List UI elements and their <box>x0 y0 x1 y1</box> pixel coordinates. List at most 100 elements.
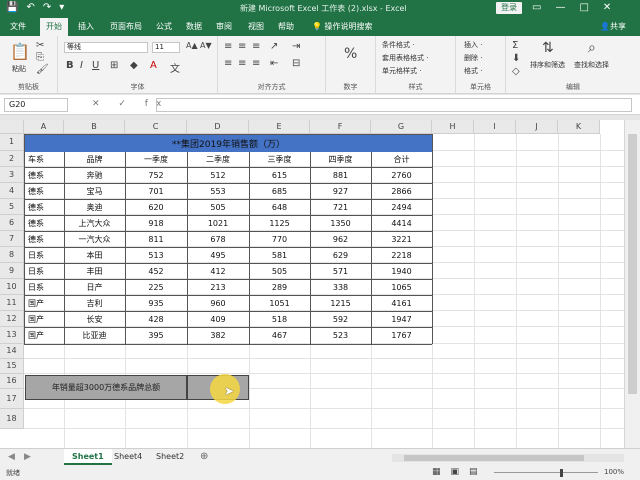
page-layout-view-icon[interactable]: ▣ <box>451 467 460 477</box>
row-header-4[interactable]: 4 <box>0 183 24 199</box>
tab-data[interactable]: 数据 <box>186 21 202 32</box>
value-cell[interactable]: 523 <box>310 327 371 344</box>
value-cell[interactable]: 1021 <box>187 215 249 231</box>
name-box[interactable]: G20 <box>4 98 68 112</box>
align-top-icon[interactable]: ≡ <box>224 41 232 52</box>
value-cell[interactable]: 289 <box>249 279 310 295</box>
tab-file[interactable]: 文件 <box>10 21 26 32</box>
value-cell[interactable]: 2494 <box>371 199 432 215</box>
value-cell[interactable]: 4414 <box>371 215 432 231</box>
row-header-3[interactable]: 3 <box>0 167 24 183</box>
select-all-corner[interactable] <box>0 120 24 134</box>
value-cell[interactable]: 3221 <box>371 231 432 247</box>
value-cell[interactable]: 505 <box>187 199 249 215</box>
grow-font-icon[interactable]: A▲ <box>186 41 198 50</box>
value-cell[interactable]: 685 <box>249 183 310 199</box>
summary-label-cell[interactable]: 年销量超3000万德系品牌总额 <box>25 375 187 400</box>
series-cell[interactable]: 日系 <box>24 263 64 279</box>
tab-formulas[interactable]: 公式 <box>156 21 172 32</box>
vertical-scroll-thumb[interactable] <box>628 134 637 394</box>
series-cell[interactable]: 德系 <box>24 183 64 199</box>
column-header-e[interactable]: E <box>249 120 310 134</box>
value-cell[interactable]: 1940 <box>371 263 432 279</box>
brand-cell[interactable]: 本田 <box>64 247 125 263</box>
value-cell[interactable]: 935 <box>125 295 187 311</box>
horizontal-scroll-thumb[interactable] <box>404 455 584 461</box>
sheet-prev-icon[interactable]: ◀ <box>8 452 15 462</box>
autosum-icon[interactable]: Σ <box>512 40 518 51</box>
value-cell[interactable]: 1947 <box>371 311 432 327</box>
value-cell[interactable]: 962 <box>310 231 371 247</box>
series-cell[interactable]: 日系 <box>24 279 64 295</box>
sheet-tab-sheet1[interactable]: Sheet1 <box>64 449 112 465</box>
header-cell[interactable]: 二季度 <box>187 151 249 167</box>
series-cell[interactable]: 国产 <box>24 311 64 327</box>
series-cell[interactable]: 德系 <box>24 199 64 215</box>
font-color-icon[interactable]: A <box>150 60 157 71</box>
sheet-next-icon[interactable]: ▶ <box>24 452 31 462</box>
close-icon[interactable]: ✕ <box>603 2 611 13</box>
column-header-i[interactable]: I <box>474 120 516 134</box>
qat-more-icon[interactable]: ▾ <box>59 2 64 13</box>
value-cell[interactable]: 409 <box>187 311 249 327</box>
row-header-6[interactable]: 6 <box>0 215 24 231</box>
row-header-11[interactable]: 11 <box>0 295 24 311</box>
value-cell[interactable]: 338 <box>310 279 371 295</box>
series-cell[interactable]: 国产 <box>24 295 64 311</box>
sheet-tab-sheet4[interactable]: Sheet4 <box>106 449 150 465</box>
bold-icon[interactable]: B <box>66 60 74 71</box>
align-left-icon[interactable]: ≡ <box>224 58 232 69</box>
value-cell[interactable]: 752 <box>125 167 187 183</box>
font-size-select[interactable]: 11 <box>152 42 180 53</box>
tab-review[interactable]: 审阅 <box>216 21 232 32</box>
row-header-10[interactable]: 10 <box>0 279 24 295</box>
sort-filter-icon[interactable]: ⇅ <box>542 40 554 56</box>
brand-cell[interactable]: 奥迪 <box>64 199 125 215</box>
orientation-icon[interactable]: ↗ <box>270 41 278 52</box>
value-cell[interactable]: 1125 <box>249 215 310 231</box>
cut-icon[interactable]: ✂ <box>36 40 44 51</box>
merge-center-icon[interactable]: ⊟ <box>292 58 300 69</box>
value-cell[interactable]: 225 <box>125 279 187 295</box>
value-cell[interactable]: 581 <box>249 247 310 263</box>
copy-icon[interactable]: ⎘ <box>36 52 44 63</box>
brand-cell[interactable]: 日产 <box>64 279 125 295</box>
row-header-16[interactable]: 16 <box>0 374 24 389</box>
series-cell[interactable]: 德系 <box>24 167 64 183</box>
row-header-12[interactable]: 12 <box>0 311 24 327</box>
value-cell[interactable]: 721 <box>310 199 371 215</box>
column-header-d[interactable]: D <box>187 120 249 134</box>
value-cell[interactable]: 881 <box>310 167 371 183</box>
sheet-tab-sheet2[interactable]: Sheet2 <box>148 449 192 465</box>
value-cell[interactable]: 811 <box>125 231 187 247</box>
page-break-view-icon[interactable]: ▤ <box>469 467 478 477</box>
column-header-j[interactable]: J <box>516 120 558 134</box>
wrap-text-icon[interactable]: ⇥ <box>292 41 300 52</box>
brand-cell[interactable]: 丰田 <box>64 263 125 279</box>
column-header-h[interactable]: H <box>432 120 474 134</box>
value-cell[interactable]: 2218 <box>371 247 432 263</box>
header-cell[interactable]: 一季度 <box>125 151 187 167</box>
zoom-slider-knob[interactable] <box>560 469 563 477</box>
tab-page-layout[interactable]: 页面布局 <box>110 21 142 32</box>
align-middle-icon[interactable]: ≡ <box>238 41 246 52</box>
cell-styles-button[interactable]: 单元格样式 · <box>382 66 421 76</box>
value-cell[interactable]: 1767 <box>371 327 432 344</box>
value-cell[interactable]: 553 <box>187 183 249 199</box>
value-cell[interactable]: 701 <box>125 183 187 199</box>
conditional-formatting-button[interactable]: 条件格式 · <box>382 40 414 50</box>
minimize-icon[interactable]: — <box>555 2 565 13</box>
value-cell[interactable]: 620 <box>125 199 187 215</box>
value-cell[interactable]: 518 <box>249 311 310 327</box>
header-cell[interactable]: 合计 <box>371 151 432 167</box>
value-cell[interactable]: 678 <box>187 231 249 247</box>
brand-cell[interactable]: 上汽大众 <box>64 215 125 231</box>
value-cell[interactable]: 1051 <box>249 295 310 311</box>
value-cell[interactable]: 4161 <box>371 295 432 311</box>
tab-insert[interactable]: 插入 <box>78 21 94 32</box>
value-cell[interactable]: 2760 <box>371 167 432 183</box>
series-cell[interactable]: 国产 <box>24 327 64 344</box>
formula-input[interactable] <box>156 98 632 112</box>
insert-cells-button[interactable]: 插入 · <box>464 40 482 50</box>
tab-help[interactable]: 帮助 <box>278 21 294 32</box>
